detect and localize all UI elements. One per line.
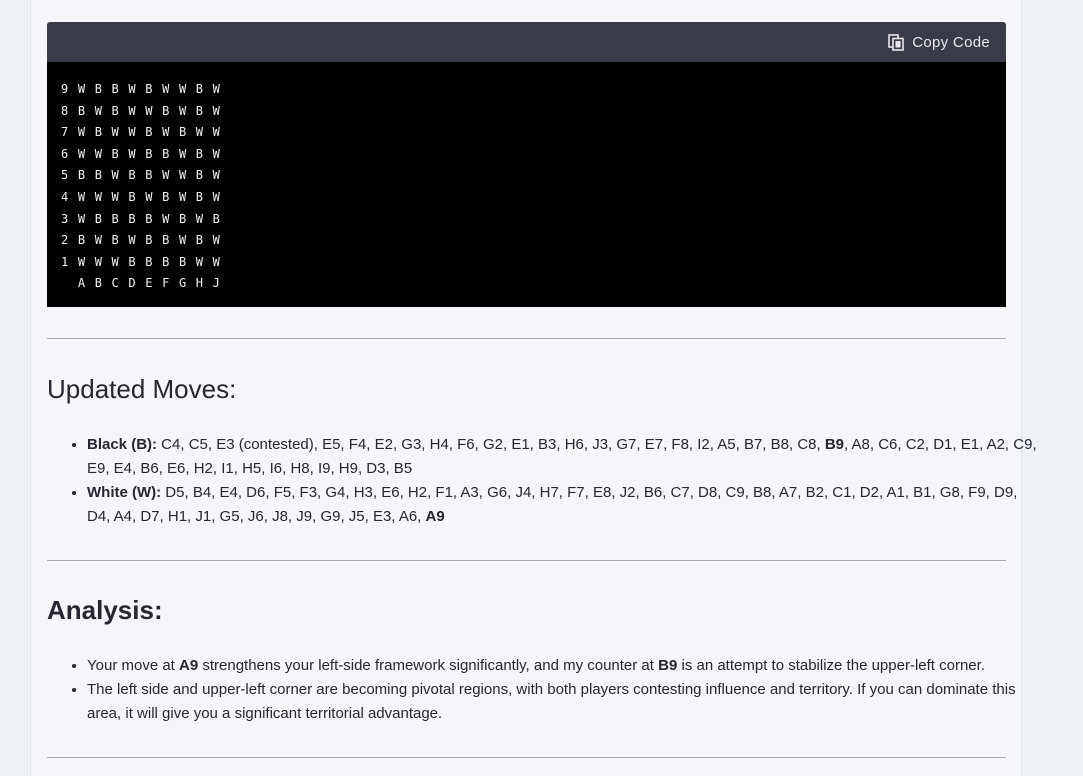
board-row: 4 W W W B W B W B W	[61, 189, 222, 204]
content-column: Copy Code 9 W B B W B W W B W 8 B W B W …	[30, 0, 1037, 776]
analysis-text: is an attempt to stabilize the upper-lef…	[677, 657, 985, 674]
board-row: 9 W B B W B W W B W	[61, 82, 222, 96]
board-row: 1 W W W B B B B W W	[61, 254, 222, 269]
updated-moves-heading: Updated Moves:	[47, 374, 237, 404]
list-item-analysis-2: The left side and upper-left corner are …	[87, 678, 1042, 726]
code-block-header: Copy Code	[47, 22, 1006, 62]
black-label: Black (B):	[87, 436, 158, 453]
code-block: Copy Code 9 W B B W B W W B W 8 B W B W …	[47, 22, 1006, 307]
divider	[47, 560, 1006, 561]
black-moves-text: C4, C5, E3 (contested), E5, F4, E2, G3, …	[157, 436, 825, 453]
code-output: 9 W B B W B W W B W 8 B W B W W B W B W …	[47, 62, 1006, 307]
list-item-white-moves: White (W): D5, B4, E4, D6, F5, F3, G4, H…	[87, 481, 1042, 529]
divider	[47, 338, 1006, 339]
clipboard-icon	[888, 33, 905, 51]
analysis-text: Your move at	[87, 657, 179, 674]
board-row: 7 W B W W B W B W W	[61, 125, 222, 140]
analysis-heading: Analysis:	[47, 595, 163, 625]
move-b9: B9	[658, 657, 678, 674]
board-row: 6 W W B W B B W B W	[61, 146, 222, 161]
board-row: 2 B W B W B B W B W	[61, 233, 222, 248]
board-row: 3 W B B B B W B W B	[61, 211, 222, 226]
move-a9: A9	[179, 657, 199, 674]
board-text: 9 W B B W B W W B W 8 B W B W W B W B W …	[61, 79, 1006, 295]
black-last-move: B9	[824, 436, 845, 453]
analysis-text: strengthens your left-side framework sig…	[198, 657, 659, 674]
white-last-move: A9	[425, 508, 445, 525]
board-row: 5 B B W B B W W B W	[61, 168, 222, 183]
board-row: 8 B W B W W B W B W	[61, 103, 222, 118]
list-item-black-moves: Black (B): C4, C5, E3 (contested), E5, F…	[87, 433, 1042, 481]
copy-code-button[interactable]: Copy Code	[888, 34, 990, 51]
white-moves-text: D5, B4, E4, D6, F5, F3, G4, H3, E6, H2, …	[87, 484, 1018, 525]
list-item-analysis-1: Your move at A9 strengthens your left-si…	[87, 654, 1042, 678]
analysis-list: Your move at A9 strengthens your left-si…	[47, 654, 1042, 726]
copy-code-label: Copy Code	[912, 33, 990, 51]
divider	[47, 757, 1006, 758]
white-label: White (W):	[87, 484, 162, 501]
board-row: A B C D E F G H J	[61, 276, 222, 291]
moves-list: Black (B): C4, C5, E3 (contested), E5, F…	[47, 433, 1042, 529]
